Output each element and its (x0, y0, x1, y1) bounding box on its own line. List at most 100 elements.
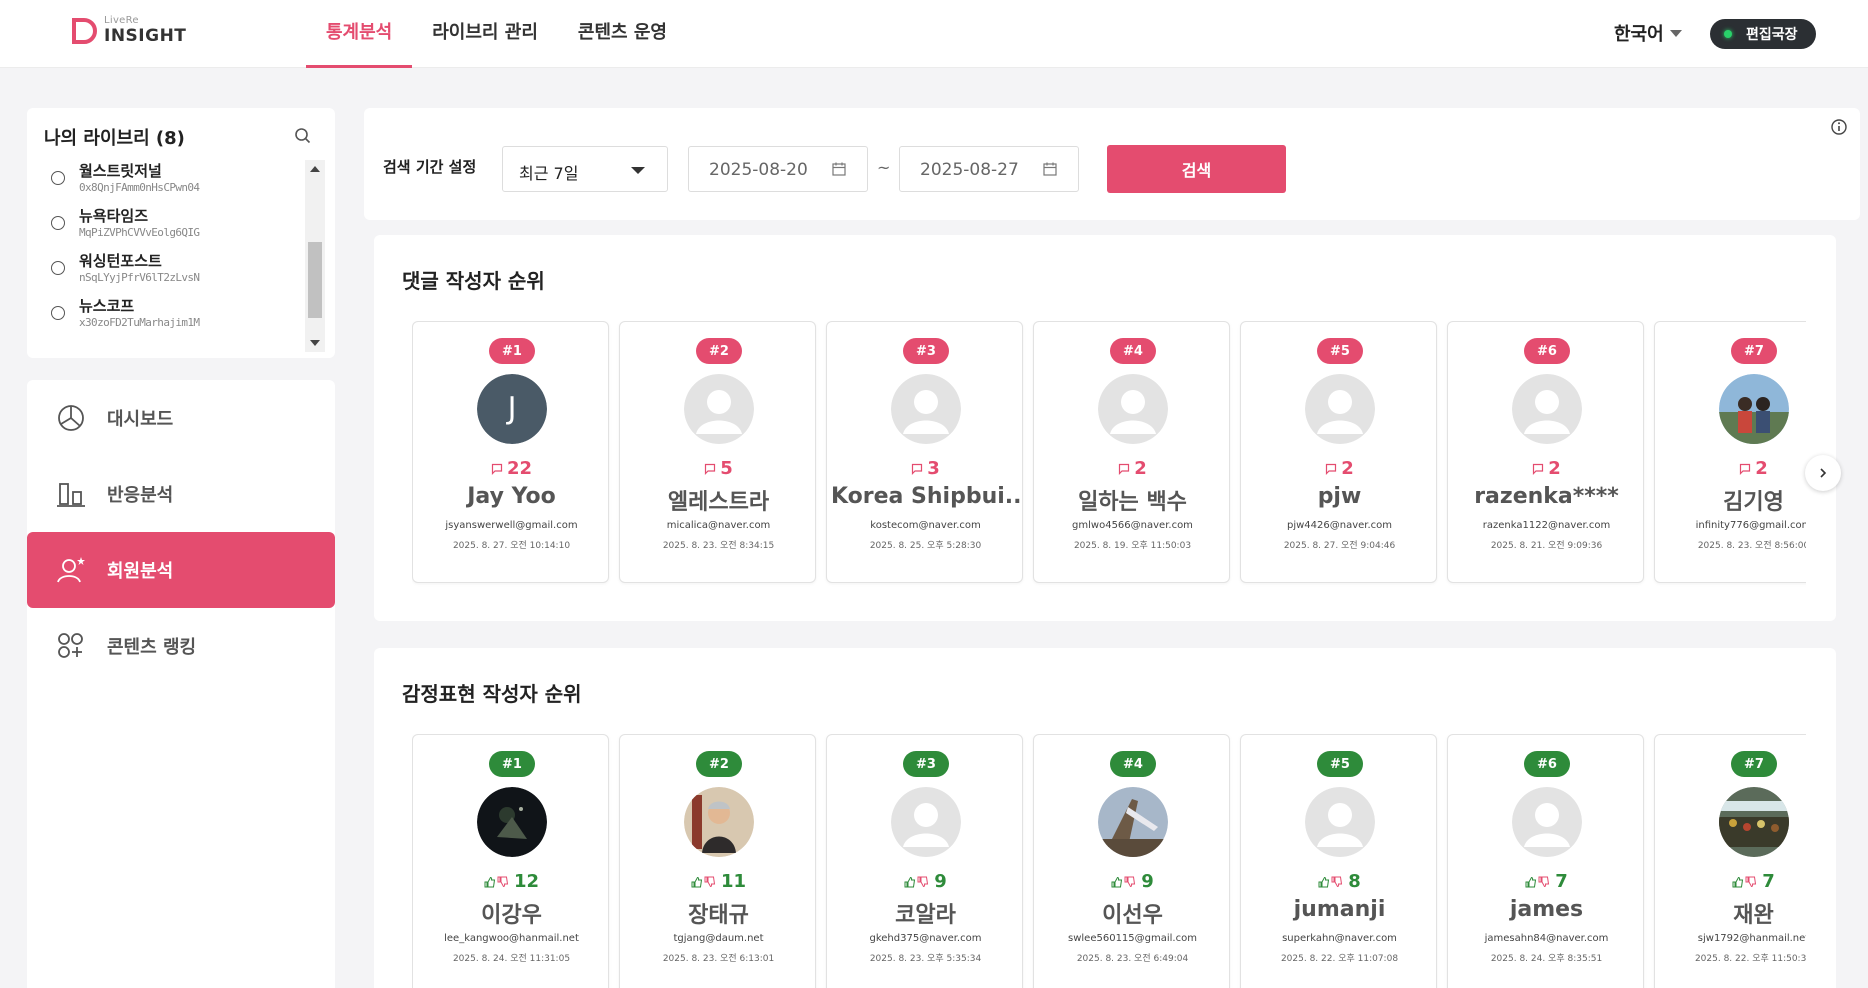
member-name: 일하는 백수 (1078, 490, 1187, 515)
emotion-ranking-cards: #1 12 이강우 lee_kangwoo@hanmail.net 2025. 8. 2… (412, 734, 1806, 988)
user-role-badge[interactable]: 편집국장 (1710, 19, 1816, 49)
member-name: pjw (1317, 484, 1362, 509)
user-star-icon (57, 557, 85, 583)
period-select[interactable]: 최근 7일 (502, 146, 668, 192)
ranking-card[interactable]: #2 11 장태규 tgjang@daum.net 2025. 8. 23. 오전 6:… (619, 734, 816, 988)
scroll-up-icon[interactable] (310, 166, 320, 172)
rank-badge: #4 (1110, 751, 1156, 777)
ranking-card[interactable]: #4 9 이선우 swlee560115@gmail.com 2025. 8. 23. … (1033, 734, 1230, 988)
member-email: tgjang@daum.net (673, 933, 764, 944)
livere-name: 월스트릿저널 (79, 162, 162, 180)
emotion-count: 8 (1241, 871, 1438, 892)
sidebar-item-reaction-analysis[interactable]: 반응분석 (27, 456, 335, 532)
member-name: 김기영 (1723, 490, 1784, 515)
livere-key: x30zoFD2TuMarhajim1M (79, 316, 200, 329)
ranking-card[interactable]: #6 7 james jamesahn84@naver.com 2025. 8. 24.… (1447, 734, 1644, 988)
list-item[interactable]: 워싱턴포스트 nSqLYyjPfrV6lT2zLvsN (51, 250, 301, 292)
last-activity-date: 2025. 8. 23. 오후 5:35:34 (869, 954, 982, 964)
comment-count: 5 (620, 458, 817, 479)
sidebar-item-member-analysis[interactable]: 회원분석 (27, 532, 335, 608)
search-button[interactable]: 검색 (1107, 145, 1286, 193)
rank-badge: #6 (1524, 751, 1570, 777)
rank-badge: #3 (903, 751, 949, 777)
end-date-input[interactable]: 2025-08-27 (899, 146, 1079, 192)
scroll-down-icon[interactable] (310, 340, 320, 346)
chevron-right-icon (1820, 468, 1827, 478)
ranking-card[interactable]: #3 9 코알라 gkehd375@naver.com 2025. 8. 23. 오후 … (826, 734, 1023, 988)
ranking-card[interactable]: #4 2 일하는 백수 gmlwo4566@naver.com 2025. 8. 19.… (1033, 321, 1230, 583)
rank-badge: #2 (696, 338, 742, 364)
ranking-card[interactable]: #6 2 razenka**** razenka1122@naver.com 2025.… (1447, 321, 1644, 583)
avatar (684, 374, 754, 444)
rank-badge: #1 (489, 338, 535, 364)
member-name: 이선우 (1102, 903, 1163, 928)
menu-livere-management[interactable]: 라이브리 관리 (412, 0, 558, 68)
ranking-card[interactable]: #7 2 김기영 infinity776@gmail.com 2025. 8. 23. … (1654, 321, 1806, 583)
radio-button[interactable] (51, 171, 65, 185)
member-name: 재완 (1733, 903, 1774, 928)
rank-badge: #2 (696, 751, 742, 777)
emotion-count: 11 (620, 871, 817, 892)
ranking-card[interactable]: #1 12 이강우 lee_kangwoo@hanmail.net 2025. 8. 2… (412, 734, 609, 988)
bar-chart-icon (57, 483, 85, 507)
language-select[interactable]: 한국어 (1614, 20, 1682, 46)
ranking-card[interactable]: #3 3 Korea Shipbui... kostecom@naver.com 202… (826, 321, 1023, 583)
member-email: kostecom@naver.com (870, 520, 981, 531)
avatar (1098, 787, 1168, 857)
radio-button[interactable] (51, 261, 65, 275)
list-scrollbar[interactable] (305, 160, 325, 352)
ranking-card[interactable]: #5 2 pjw pjw4426@naver.com 2025. 8. 27. 오전 9… (1240, 321, 1437, 583)
rank-badge: #3 (903, 338, 949, 364)
start-date-input[interactable]: 2025-08-20 (688, 146, 868, 192)
livere-name: 워싱턴포스트 (79, 252, 162, 270)
ranking-card[interactable]: #2 5 엘레스트라 micalica@naver.com 2025. 8. 23. 오… (619, 321, 816, 583)
info-icon[interactable] (1830, 118, 1848, 136)
avatar (1512, 374, 1582, 444)
calendar-icon[interactable] (1042, 161, 1058, 177)
livere-insight-logo[interactable]: LiveRe INSIGHT (70, 14, 186, 54)
list-item[interactable]: 뉴스코프 x30zoFD2TuMarhajim1M (51, 295, 301, 337)
list-item[interactable]: 월스트릿저널 0x8QnjFAmm0nHsCPwn04 (51, 160, 301, 202)
emotion-count: 12 (413, 871, 610, 892)
next-button[interactable] (1805, 455, 1841, 491)
rank-badge: #7 (1731, 338, 1777, 364)
section-title: 댓글 작성자 순위 (402, 269, 545, 293)
menu-statistics[interactable]: 통계분석 (306, 0, 413, 68)
pie-chart-icon (58, 405, 84, 431)
sidebar-item-content-ranking[interactable]: 콘텐츠 랭킹 (27, 608, 335, 684)
ranking-card[interactable]: #1 J 22 Jay Yoo jsyanswerwell@gmail.com 2025.… (412, 321, 609, 583)
member-name: 장태규 (688, 903, 749, 928)
list-item[interactable]: 뉴욕타임즈 MqPiZVPhCVVvEolg6QIG (51, 205, 301, 247)
rank-badge: #7 (1731, 751, 1777, 777)
member-name: jumanji (1293, 897, 1386, 922)
last-activity-date: 2025. 8. 27. 오전 9:04:46 (1283, 541, 1396, 551)
radio-button[interactable] (51, 306, 65, 320)
top-navigation-bar: LiveRe INSIGHT 통계분석 라이브리 관리 콘텐츠 운영 한국어 편… (0, 0, 1868, 68)
livere-list: 월스트릿저널 0x8QnjFAmm0nHsCPwn04 뉴욕타임즈 MqPiZV… (27, 160, 307, 350)
comment-count: 22 (413, 458, 610, 479)
sidebar-item-dashboard[interactable]: 대시보드 (27, 380, 335, 456)
scroll-thumb[interactable] (308, 242, 322, 318)
livere-name: 뉴욕타임즈 (79, 207, 149, 225)
avatar (891, 787, 961, 857)
ranking-card[interactable]: #7 7 재완 sjw1792@hanmail.net 2025. 8. 22. 오후 … (1654, 734, 1806, 988)
sidebar-item-label: 콘텐츠 랭킹 (107, 637, 197, 658)
radio-button[interactable] (51, 216, 65, 230)
avatar (684, 787, 754, 857)
member-email: micalica@naver.com (666, 520, 771, 531)
comment-count: 2 (1034, 458, 1231, 479)
member-name: Korea Shipbui... (831, 484, 1020, 509)
member-email: lee_kangwoo@hanmail.net (444, 933, 579, 944)
ranking-card[interactable]: #5 8 jumanji superkahn@naver.com 2025. 8. 22… (1240, 734, 1437, 988)
member-email: razenka1122@naver.com (1482, 520, 1611, 531)
livere-key: MqPiZVPhCVVvEolg6QIG (79, 226, 200, 239)
calendar-icon[interactable] (831, 161, 847, 177)
member-name: 코알라 (895, 903, 956, 928)
comment-count: 3 (827, 458, 1024, 479)
my-livere-panel: 나의 라이브리 (8) 월스트릿저널 0x8QnjFAmm0nHsCPwn04 … (27, 108, 335, 358)
member-name: 엘레스트라 (667, 490, 770, 515)
search-icon[interactable] (293, 126, 313, 146)
menu-content-operation[interactable]: 콘텐츠 운영 (558, 0, 687, 68)
caret-down-icon (631, 167, 645, 174)
comment-ranking-cards: #1 J 22 Jay Yoo jsyanswerwell@gmail.com 2025.… (412, 321, 1806, 601)
